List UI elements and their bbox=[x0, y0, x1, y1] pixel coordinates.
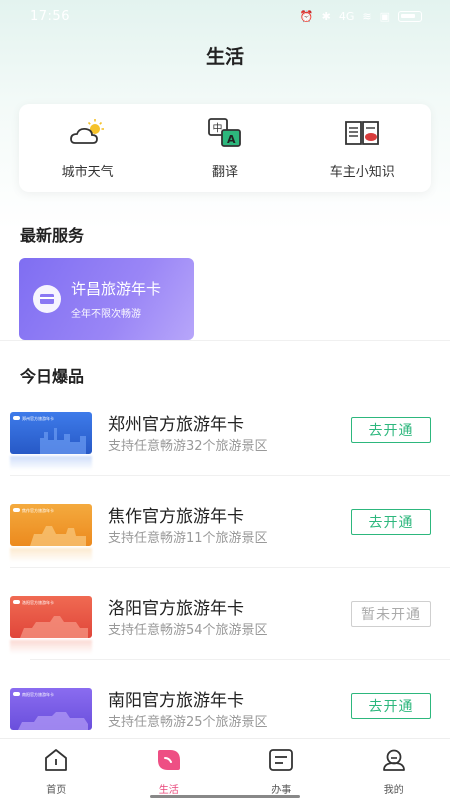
tab-profile-label: 我的 bbox=[383, 785, 404, 796]
tool-car-knowledge-label: 车主小知识 bbox=[329, 164, 395, 180]
product-subtitle: 支持任意畅游54个旅游景区 bbox=[108, 623, 268, 638]
thumb-image: 洛阳官方旅游年卡 bbox=[10, 596, 92, 638]
product-title: 郑州官方旅游年卡 bbox=[108, 415, 244, 435]
weather-icon bbox=[69, 117, 107, 149]
book-icon bbox=[344, 117, 380, 149]
tasks-icon bbox=[268, 748, 294, 776]
tool-weather-label: 城市天气 bbox=[61, 164, 114, 180]
tool-weather[interactable]: 城市天气 bbox=[23, 117, 153, 180]
open-button[interactable]: 去开通 bbox=[351, 509, 431, 535]
bottom-tab-bar: 首页 生活 办事 我的 bbox=[0, 738, 450, 800]
latest-services-title: 最新服务 bbox=[20, 226, 85, 245]
product-title: 洛阳官方旅游年卡 bbox=[108, 599, 244, 619]
tab-life[interactable]: 生活 bbox=[113, 739, 225, 800]
thumb-image: 焦作官方旅游年卡 bbox=[10, 504, 92, 546]
status-icons: ⏰ ✱ 4G ≋ ▣ bbox=[300, 10, 422, 23]
status-time: 17:56 bbox=[30, 8, 70, 24]
screen-icon: ▣ bbox=[379, 9, 390, 23]
tab-profile[interactable]: 我的 bbox=[338, 739, 450, 800]
wifi-icon: ≋ bbox=[362, 9, 372, 23]
list-item[interactable]: 郑州官方旅游年卡 郑州官方旅游年卡 支持任意畅游32个旅游景区 去开通 bbox=[0, 384, 450, 476]
status-bar: 17:56 ⏰ ✱ 4G ≋ ▣ bbox=[0, 0, 450, 32]
list-item[interactable]: 洛阳官方旅游年卡 洛阳官方旅游年卡 支持任意畅游54个旅游景区 暂未开通 bbox=[0, 568, 450, 660]
thumb-reflection bbox=[10, 640, 92, 654]
tab-tasks-label: 办事 bbox=[271, 785, 292, 796]
thumb-reflection bbox=[10, 456, 92, 470]
service-card-subtitle: 全年不限次畅游 bbox=[71, 309, 141, 320]
life-icon bbox=[156, 748, 182, 776]
product-title: 南阳官方旅游年卡 bbox=[108, 691, 244, 711]
home-indicator bbox=[150, 795, 300, 798]
bluetooth-icon: ✱ bbox=[321, 9, 331, 23]
thumb-reflection bbox=[10, 548, 92, 562]
translate-icon: 中 A bbox=[207, 117, 243, 149]
product-title: 焦作官方旅游年卡 bbox=[108, 507, 244, 527]
alarm-icon: ⏰ bbox=[299, 9, 314, 23]
section-divider bbox=[0, 340, 450, 341]
list-item[interactable]: 焦作官方旅游年卡 焦作官方旅游年卡 支持任意畅游11个旅游景区 去开通 bbox=[0, 476, 450, 568]
tool-translate[interactable]: 中 A 翻译 bbox=[160, 117, 290, 180]
svg-text:A: A bbox=[227, 133, 236, 146]
open-button[interactable]: 去开通 bbox=[351, 693, 431, 719]
product-subtitle: 支持任意畅游32个旅游景区 bbox=[108, 439, 268, 454]
tool-translate-label: 翻译 bbox=[211, 164, 238, 180]
open-button[interactable]: 去开通 bbox=[351, 417, 431, 443]
battery-icon bbox=[398, 10, 422, 22]
thumb-image: 郑州官方旅游年卡 bbox=[10, 412, 92, 454]
service-card-title: 许昌旅游年卡 bbox=[71, 280, 162, 298]
network-label: 4G bbox=[338, 9, 355, 23]
thumb-image: 南阳官方旅游年卡 bbox=[10, 688, 92, 730]
tool-car-knowledge[interactable]: 车主小知识 bbox=[297, 117, 427, 180]
tools-card: 城市天气 中 A 翻译 车主小知识 bbox=[19, 104, 431, 192]
home-icon bbox=[43, 748, 69, 776]
tab-home-label: 首页 bbox=[46, 785, 67, 796]
product-subtitle: 支持任意畅游25个旅游景区 bbox=[108, 715, 268, 730]
svg-text:中: 中 bbox=[212, 121, 222, 134]
tab-life-label: 生活 bbox=[158, 785, 179, 796]
service-card-xuchang[interactable]: 许昌旅游年卡 全年不限次畅游 bbox=[19, 258, 194, 340]
not-open-button[interactable]: 暂未开通 bbox=[351, 601, 431, 627]
profile-icon bbox=[381, 748, 407, 776]
page-title: 生活 bbox=[205, 46, 244, 68]
card-icon bbox=[33, 285, 61, 313]
tab-tasks[interactable]: 办事 bbox=[225, 739, 337, 800]
product-subtitle: 支持任意畅游11个旅游景区 bbox=[108, 531, 268, 546]
tab-home[interactable]: 首页 bbox=[0, 739, 112, 800]
